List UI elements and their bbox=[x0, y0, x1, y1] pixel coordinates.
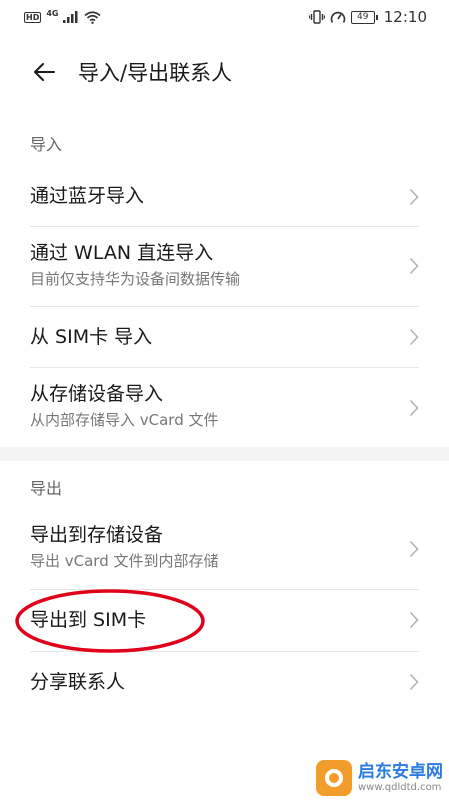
signal-icon bbox=[63, 11, 78, 23]
share-contacts-item[interactable]: 分享联系人 bbox=[0, 652, 449, 714]
hd-badge: HD bbox=[24, 11, 42, 23]
import-via-bluetooth-item[interactable]: 通过蓝牙导入 bbox=[0, 168, 449, 226]
export-to-sim-item[interactable]: 导出到 SIM卡 bbox=[0, 590, 449, 651]
status-bar-right: 49 12:10 bbox=[308, 8, 427, 26]
chevron-right-icon bbox=[409, 188, 419, 206]
status-bar-left: HD 4G bbox=[24, 8, 102, 24]
import-from-storage-item[interactable]: 从存储设备导入 从内部存储导入 vCard 文件 bbox=[0, 368, 449, 447]
wifi-icon bbox=[84, 10, 102, 24]
title-bar: 导入/导出联系人 bbox=[0, 50, 449, 94]
import-from-sim-item[interactable]: 从 SIM卡 导入 bbox=[0, 307, 449, 367]
watermark-url: www.qdldtd.com bbox=[358, 782, 442, 793]
export-to-storage-item[interactable]: 导出到存储设备 导出 vCard 文件到内部存储 bbox=[0, 509, 449, 589]
speed-gauge-icon bbox=[330, 11, 346, 23]
item-title: 通过 WLAN 直连导入 bbox=[30, 242, 214, 264]
section-separator bbox=[0, 447, 449, 461]
chevron-right-icon bbox=[409, 540, 419, 558]
item-title: 从 SIM卡 导入 bbox=[30, 326, 153, 348]
item-title: 分享联系人 bbox=[30, 671, 126, 693]
page-title: 导入/导出联系人 bbox=[78, 61, 233, 85]
vibrate-icon bbox=[308, 10, 325, 24]
chevron-right-icon bbox=[409, 673, 419, 691]
chevron-right-icon bbox=[409, 399, 419, 417]
watermark: 启东安卓网 www.qdldtd.com bbox=[316, 760, 443, 796]
item-title: 导出到 SIM卡 bbox=[30, 609, 147, 631]
item-title: 导出到存储设备 bbox=[30, 524, 164, 546]
item-title: 通过蓝牙导入 bbox=[30, 185, 145, 207]
item-title: 从存储设备导入 bbox=[30, 383, 164, 405]
contacts-import-export-screen: HD 4G 49 12:10 导入/导出联系人 导入 通过蓝牙导入 通过 WLA… bbox=[0, 0, 449, 804]
item-subtitle: 目前仅支持华为设备间数据传输 bbox=[30, 270, 241, 288]
status-bar: HD 4G 49 12:10 bbox=[0, 0, 449, 34]
import-section-header: 导入 bbox=[30, 135, 63, 154]
watermark-logo-icon bbox=[316, 760, 352, 796]
chevron-right-icon bbox=[409, 328, 419, 346]
watermark-name: 启东安卓网 bbox=[358, 762, 443, 782]
arrow-left-icon bbox=[34, 63, 55, 81]
export-section-header: 导出 bbox=[30, 479, 63, 498]
back-button[interactable] bbox=[22, 50, 66, 94]
status-clock: 12:10 bbox=[383, 8, 427, 26]
item-subtitle: 导出 vCard 文件到内部存储 bbox=[30, 552, 219, 570]
chevron-right-icon bbox=[409, 611, 419, 629]
import-via-wlan-direct-item[interactable]: 通过 WLAN 直连导入 目前仅支持华为设备间数据传输 bbox=[0, 227, 449, 306]
chevron-right-icon bbox=[409, 257, 419, 275]
network-type-label: 4G bbox=[46, 8, 59, 18]
item-subtitle: 从内部存储导入 vCard 文件 bbox=[30, 411, 219, 429]
battery-indicator: 49 bbox=[350, 10, 378, 24]
watermark-text: 启东安卓网 www.qdldtd.com bbox=[358, 762, 443, 794]
